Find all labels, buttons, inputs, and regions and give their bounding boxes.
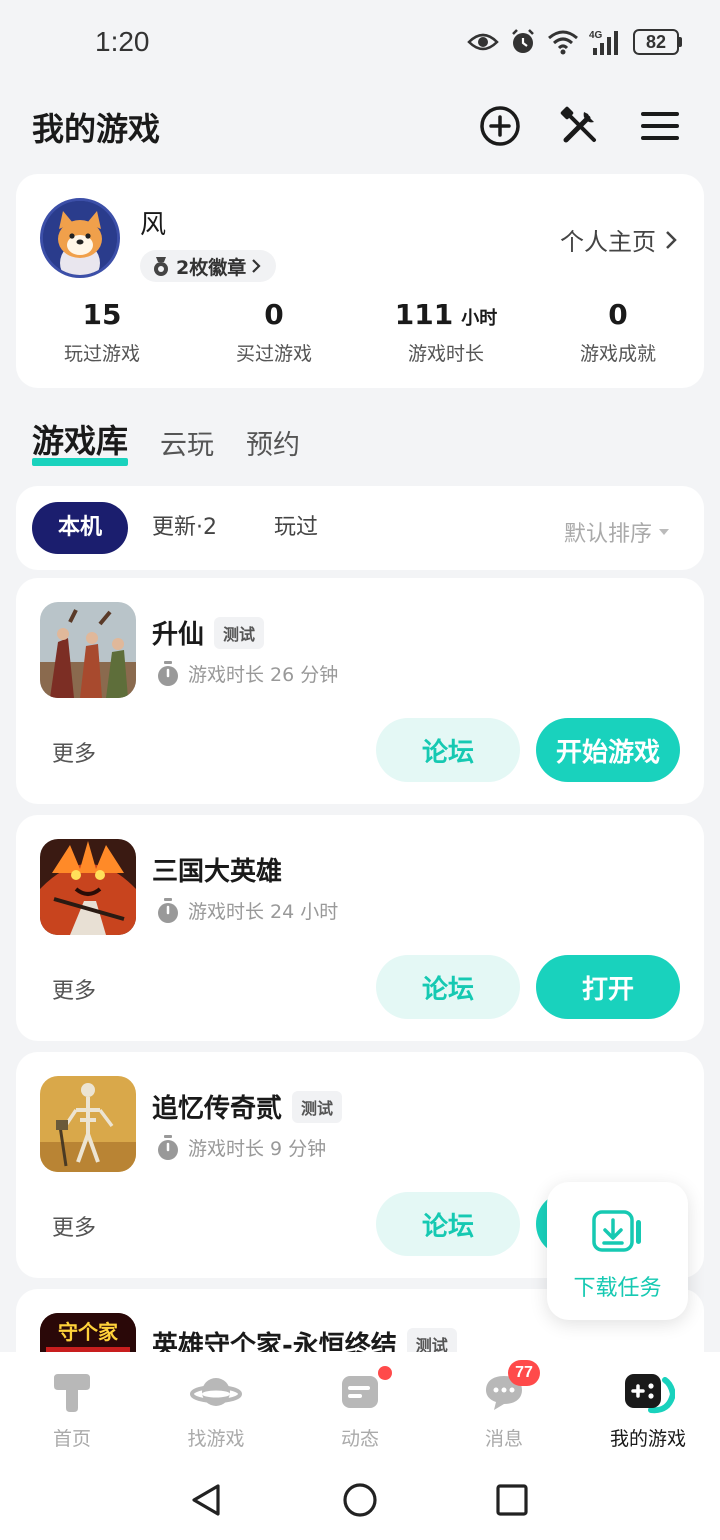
game-title[interactable]: 追忆传奇贰 (152, 1088, 282, 1125)
message-count-badge: 77 (508, 1360, 540, 1386)
triangle-down-icon (659, 529, 669, 535)
chevron-right-icon (666, 230, 677, 249)
stat-played[interactable]: 15 玩过游戏 (16, 298, 188, 366)
stat-bought[interactable]: 0 买过游戏 (188, 298, 360, 366)
game-icon[interactable] (40, 602, 136, 698)
open-game-button[interactable]: 打开 (536, 955, 680, 1019)
filter-played[interactable]: 玩过 (274, 502, 318, 554)
svg-text:4G: 4G (589, 30, 603, 41)
status-bar: 1:20 4G 82 (0, 0, 720, 86)
planet-icon (190, 1378, 242, 1406)
bottom-nav: 首页 找游戏 动态 77 消息 我的游戏 (0, 1352, 720, 1464)
sort-label: 默认排序 (563, 522, 652, 547)
nav-messages[interactable]: 77 消息 (432, 1352, 576, 1464)
medal-icon (154, 257, 168, 276)
game-title-row: 三国大英雄 (152, 851, 282, 888)
more-link[interactable]: 更多 (52, 1210, 96, 1242)
forum-button[interactable]: 论坛 (376, 1192, 520, 1256)
test-tag: 测试 (292, 1090, 343, 1123)
add-circle-icon[interactable] (478, 104, 522, 148)
sort-dropdown[interactable]: 默认排序 (564, 516, 670, 548)
download-icon (592, 1210, 641, 1252)
filter-local[interactable]: 本机 (32, 502, 129, 554)
battery-indicator: 82 (633, 29, 682, 55)
forum-button[interactable]: 论坛 (376, 955, 520, 1019)
stopwatch-icon (158, 897, 178, 923)
wifi-icon (548, 30, 578, 55)
game-title[interactable]: 升仙 (152, 614, 204, 651)
gamepad-icon (625, 1374, 675, 1414)
svg-text:守个家: 守个家 (58, 1320, 119, 1344)
more-link[interactable]: 更多 (52, 736, 96, 768)
badge-link[interactable]: 2枚徽章 (140, 250, 277, 282)
homepage-label: 个人主页 (560, 228, 656, 256)
eye-icon (467, 33, 499, 51)
more-link[interactable]: 更多 (52, 973, 96, 1005)
feed-icon (342, 1376, 378, 1408)
nav-find-games[interactable]: 找游戏 (144, 1352, 288, 1464)
tab-library[interactable]: 游戏库 (32, 416, 129, 466)
profile-card: 风 2枚徽章 个人主页 15 玩过游戏 0 买过游戏 111 小时 游戏时长 0 … (16, 174, 704, 388)
start-game-button[interactable]: 开始游戏 (536, 718, 680, 782)
status-time: 1:20 (95, 26, 150, 57)
home-button-icon[interactable] (342, 1482, 378, 1518)
stat-playtime[interactable]: 111 小时 游戏时长 (360, 298, 532, 366)
download-label: 下载任务 (573, 1276, 662, 1301)
tab-reservations[interactable]: 预约 (246, 423, 300, 462)
system-nav-bar (0, 1464, 720, 1540)
game-playtime: 游戏时长 26 分钟 (156, 660, 338, 687)
game-playtime: 游戏时长 24 小时 (156, 897, 338, 924)
nav-my-games[interactable]: 我的游戏 (576, 1352, 720, 1464)
badge-count: 2枚徽章 (176, 256, 247, 279)
nav-home[interactable]: 首页 (0, 1352, 144, 1464)
game-card: 三国大英雄 游戏时长 24 小时 更多 论坛 打开 (16, 815, 704, 1041)
avatar[interactable] (40, 198, 120, 278)
page-title: 我的游戏 (32, 110, 161, 148)
app-header: 我的游戏 (0, 96, 720, 156)
menu-icon[interactable] (638, 104, 682, 148)
game-title-row: 升仙 测试 (152, 614, 265, 651)
stats-row: 15 玩过游戏 0 买过游戏 111 小时 游戏时长 0 游戏成就 (16, 298, 704, 366)
stopwatch-icon (158, 660, 178, 686)
chevron-right-icon (252, 259, 261, 273)
game-playtime: 游戏时长 9 分钟 (156, 1134, 326, 1161)
game-title[interactable]: 三国大英雄 (152, 851, 282, 888)
back-icon[interactable] (188, 1482, 224, 1518)
game-title-row: 追忆传奇贰 测试 (152, 1088, 343, 1125)
filter-bar: 本机 更新·2 玩过 默认排序 (16, 486, 704, 570)
user-name: 风 (140, 210, 167, 240)
tab-cloud-play[interactable]: 云玩 (160, 423, 214, 462)
tools-icon[interactable] (558, 104, 602, 148)
feed-unread-dot (378, 1366, 392, 1380)
library-tabs: 游戏库 云玩 预约 (32, 416, 300, 466)
game-card: 升仙 测试 游戏时长 26 分钟 更多 论坛 开始游戏 (16, 578, 704, 804)
homepage-link[interactable]: 个人主页 (560, 222, 678, 257)
alarm-icon (512, 29, 534, 53)
stopwatch-icon (158, 1134, 178, 1160)
status-icons: 4G 82 (467, 28, 682, 56)
stat-achievements[interactable]: 0 游戏成就 (532, 298, 704, 366)
game-icon[interactable] (40, 839, 136, 935)
test-tag: 测试 (214, 616, 265, 649)
nav-feed[interactable]: 动态 (288, 1352, 432, 1464)
forum-button[interactable]: 论坛 (376, 718, 520, 782)
home-icon (54, 1374, 90, 1412)
filter-updates[interactable]: 更新·2 (152, 502, 217, 554)
download-tasks-button[interactable]: 下载任务 (547, 1182, 688, 1320)
recents-icon[interactable] (494, 1482, 530, 1518)
game-icon[interactable] (40, 1076, 136, 1172)
signal-icon: 4G (589, 30, 618, 55)
